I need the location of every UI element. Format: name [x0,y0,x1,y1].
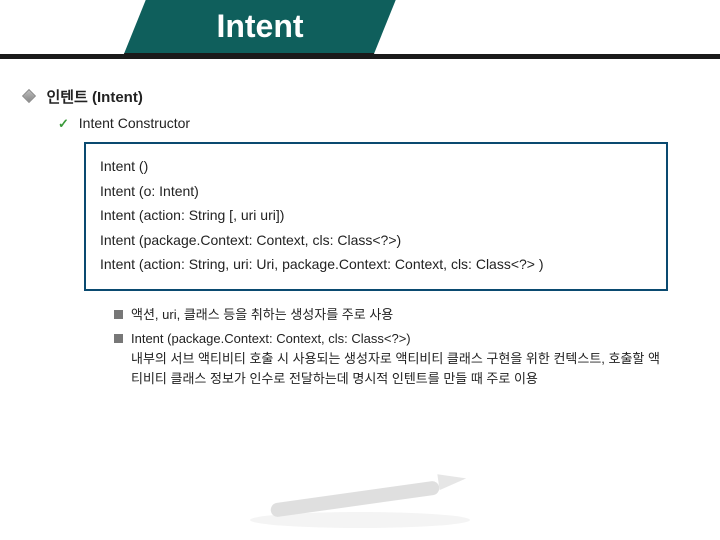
note-text: Intent (package.Context: Context, cls: C… [131,329,668,389]
notes-list: 액션, uri, 클래스 등을 취하는 생성자를 주로 사용 Intent (p… [114,305,668,390]
subsection-title: Intent Constructor [79,115,190,131]
square-bullet-icon [114,334,123,343]
slide-header: Intent [0,0,720,68]
constructor-box: Intent () Intent (o: Intent) Intent (act… [84,142,668,291]
constructor-line: Intent (package.Context: Context, cls: C… [100,228,652,253]
background-pen-icon [230,472,490,532]
check-icon: ✓ [58,116,69,131]
section-heading-row: 인텐트 (Intent) [24,86,696,107]
note-text: 액션, uri, 클래스 등을 취하는 생성자를 주로 사용 [131,305,668,325]
constructor-line: Intent (action: String [, uri uri]) [100,203,652,228]
section-title: 인텐트 (Intent) [46,89,142,106]
constructor-line: Intent (action: String, uri: Uri, packag… [100,252,652,277]
subsection-row: ✓ Intent Constructor [58,115,696,132]
note-item: 액션, uri, 클래스 등을 취하는 생성자를 주로 사용 [114,305,668,325]
slide-content: 인텐트 (Intent) ✓ Intent Constructor Intent… [0,68,720,389]
note-item: Intent (package.Context: Context, cls: C… [114,329,668,389]
diamond-bullet-icon [22,89,36,103]
square-bullet-icon [114,310,123,319]
constructor-line: Intent () [100,154,652,179]
constructor-line: Intent (o: Intent) [100,179,652,204]
slide-title: Intent [150,8,370,45]
